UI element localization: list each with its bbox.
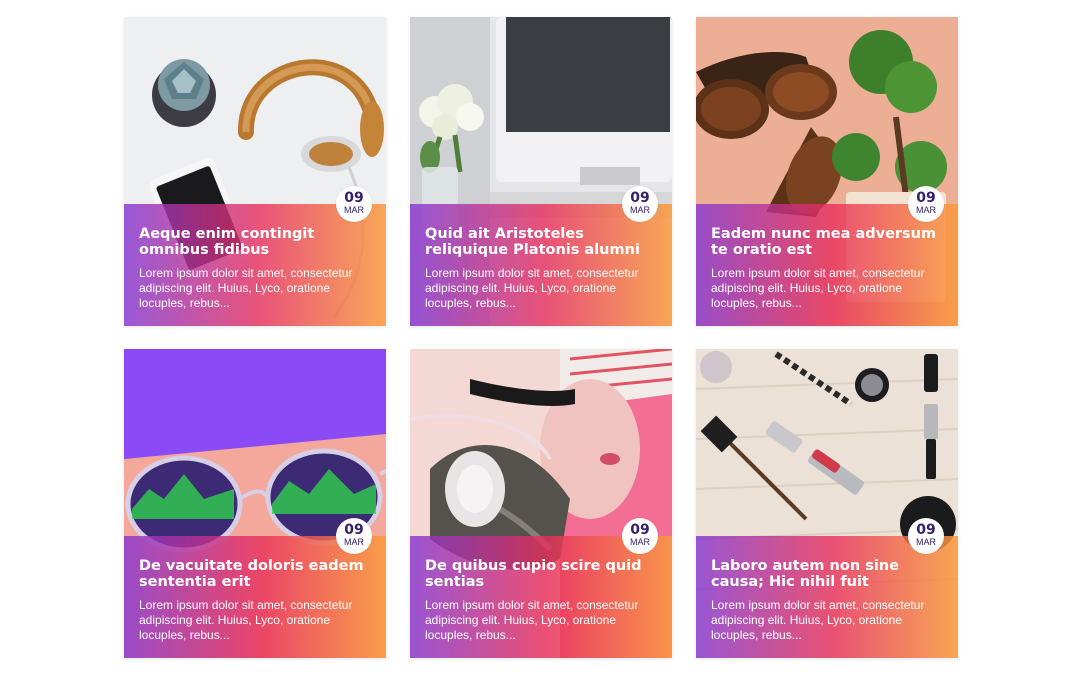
post-card[interactable]: 09 MAR Laboro autem non sine causa; Hic … bbox=[696, 349, 958, 658]
date-badge: 09 MAR bbox=[622, 518, 658, 554]
post-title[interactable]: Laboro autem non sine causa; Hic nihil f… bbox=[711, 558, 946, 590]
date-day: 09 bbox=[630, 522, 650, 538]
post-excerpt: Lorem ipsum dolor sit amet, consectetur … bbox=[139, 266, 353, 310]
date-badge: 09 MAR bbox=[336, 518, 372, 554]
date-month: MAR bbox=[630, 205, 650, 215]
post-card[interactable]: 09 MAR Eadem nunc mea adversum te oratio… bbox=[696, 17, 958, 326]
date-month: MAR bbox=[344, 537, 364, 547]
date-badge: 09 MAR bbox=[336, 186, 372, 222]
date-month: MAR bbox=[630, 537, 650, 547]
post-title[interactable]: De quibus cupio scire quid sentias bbox=[425, 558, 660, 590]
post-card[interactable]: 09 MAR De vacuitate doloris eadem senten… bbox=[124, 349, 386, 658]
post-card[interactable]: 09 MAR Aeque enim contingit omnibus fidi… bbox=[124, 17, 386, 326]
date-day: 09 bbox=[344, 522, 364, 538]
date-month: MAR bbox=[344, 205, 364, 215]
date-badge: 09 MAR bbox=[622, 186, 658, 222]
date-day: 09 bbox=[344, 190, 364, 206]
date-day: 09 bbox=[630, 190, 650, 206]
post-title[interactable]: Aeque enim contingit omnibus fidibus bbox=[139, 226, 374, 258]
date-month: MAR bbox=[916, 537, 936, 547]
date-badge: 09 MAR bbox=[908, 518, 944, 554]
post-grid: 09 MAR Aeque enim contingit omnibus fidi… bbox=[124, 17, 958, 658]
post-excerpt: Lorem ipsum dolor sit amet, consectetur … bbox=[425, 598, 639, 642]
post-title[interactable]: Eadem nunc mea adversum te oratio est bbox=[711, 226, 946, 258]
date-month: MAR bbox=[916, 205, 936, 215]
post-excerpt: Lorem ipsum dolor sit amet, consectetur … bbox=[425, 266, 639, 310]
post-excerpt: Lorem ipsum dolor sit amet, consectetur … bbox=[711, 598, 925, 642]
date-badge: 09 MAR bbox=[908, 186, 944, 222]
post-excerpt: Lorem ipsum dolor sit amet, consectetur … bbox=[711, 266, 925, 310]
post-title[interactable]: De vacuitate doloris eadem sententia eri… bbox=[139, 558, 374, 590]
post-card[interactable]: 09 MAR De quibus cupio scire quid sentia… bbox=[410, 349, 672, 658]
date-day: 09 bbox=[916, 522, 936, 538]
post-card[interactable]: 09 MAR Quid ait Aristoteles reliquique P… bbox=[410, 17, 672, 326]
date-day: 09 bbox=[916, 190, 936, 206]
post-excerpt: Lorem ipsum dolor sit amet, consectetur … bbox=[139, 598, 353, 642]
post-title[interactable]: Quid ait Aristoteles reliquique Platonis… bbox=[425, 226, 660, 258]
